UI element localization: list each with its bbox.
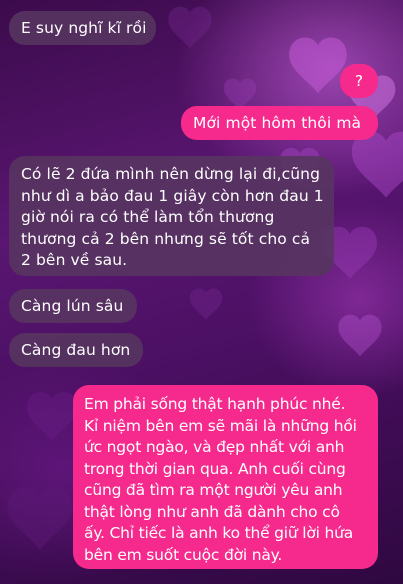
message-line: ? [354, 72, 364, 90]
message-line: E suy nghĩ kĩ rồi [21, 19, 147, 37]
message-line: thương cả 2 bên nhưng sẽ tốt cho cả [21, 229, 311, 248]
message-line: giờ nói ra có thể làm tổn thương [21, 208, 275, 226]
message-thread: E suy nghĩ kĩ rồi ? Mới một hôm thôi mà … [0, 0, 403, 584]
message-line: Càng đau hơn [21, 341, 131, 359]
message-incoming[interactable]: Càng đau hơn [9, 333, 143, 367]
message-outgoing[interactable]: ? [340, 64, 378, 98]
message-line: bên em suốt cuộc đời này. [84, 545, 283, 564]
message-incoming[interactable]: Càng lún sâu [9, 289, 137, 323]
message-line: Kỉ niệm bên em sẽ mãi là những hồi [84, 416, 357, 435]
message-line: Có lẽ 2 đứa mình nên dừng lại đi,cũng [21, 165, 321, 183]
message-outgoing[interactable]: Em phải sống thật hạnh phúc nhé. Kỉ niệm… [73, 385, 378, 569]
message-line: Em phải sống thật hạnh phúc nhé. [84, 395, 346, 413]
message-line: ức ngọt ngào, và đẹp nhất với anh [84, 438, 345, 456]
message-outgoing[interactable]: Mới một hôm thôi mà [181, 106, 378, 140]
message-line: Càng lún sâu [21, 297, 124, 315]
message-line: Mới một hôm thôi mà [193, 114, 362, 132]
message-incoming[interactable]: Có lẽ 2 đứa mình nên dừng lại đi,cũng nh… [9, 156, 334, 276]
message-line: như dì a bảo đau 1 giây còn hơn đau 1 [21, 186, 324, 205]
message-line: cũng đã tìm ra một người yêu anh [84, 481, 343, 499]
message-line: trong thời gian qua. Anh cuối cùng [84, 459, 346, 478]
message-line: thật lòng như anh đã dành cho cô [84, 502, 340, 521]
message-line: 2 bên về sau. [21, 251, 128, 269]
message-incoming[interactable]: E suy nghĩ kĩ rồi [9, 11, 156, 45]
message-line: ấy. Chỉ tiếc là anh ko thể giữ lời hứa [84, 524, 354, 542]
